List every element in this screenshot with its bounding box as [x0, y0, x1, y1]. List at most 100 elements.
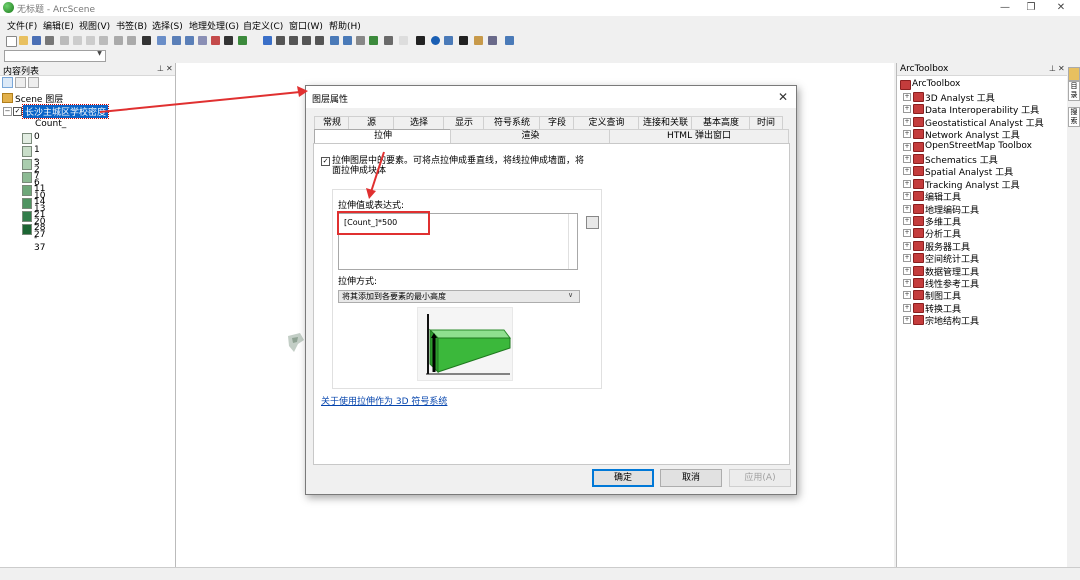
toolbox-icon[interactable] — [211, 36, 220, 45]
undo-icon[interactable] — [114, 36, 123, 45]
menu-customize[interactable]: 自定义(C) — [243, 19, 283, 32]
identify-icon[interactable] — [431, 36, 440, 45]
collapse-icon[interactable]: − — [3, 107, 12, 116]
menu-view[interactable]: 视图(V) — [79, 19, 110, 32]
expand-icon[interactable]: + — [903, 254, 911, 263]
observer-icon[interactable] — [315, 36, 324, 45]
expand-icon[interactable]: + — [903, 93, 911, 101]
menu-help[interactable]: 帮助(H) — [329, 19, 361, 32]
navigate-icon[interactable] — [263, 36, 272, 45]
model-icon[interactable] — [238, 36, 247, 45]
catalog-tab[interactable]: 目录 — [1068, 81, 1080, 101]
save-icon[interactable] — [32, 36, 41, 45]
expand-icon[interactable]: + — [903, 229, 911, 238]
clear-selection-icon[interactable] — [399, 36, 408, 45]
layer-visibility-checkbox[interactable]: ✓ — [13, 107, 22, 116]
maximize-button[interactable]: ❐ — [1016, 1, 1046, 15]
menu-file[interactable]: 文件(F) — [7, 19, 37, 32]
close-icon[interactable]: ✕ — [166, 64, 173, 73]
close-window-button[interactable]: ✕ — [1046, 1, 1076, 15]
extrusion-method-select[interactable]: 将其添加到各要素的最小高度 ∨ — [338, 290, 580, 303]
expand-icon[interactable]: + — [903, 303, 911, 312]
expand-icon[interactable]: + — [903, 105, 911, 114]
tab-extrusion[interactable]: 拉伸 — [314, 129, 452, 144]
expression-builder-button[interactable] — [586, 216, 599, 229]
new-document-icon[interactable] — [6, 36, 17, 47]
open-folder-icon[interactable] — [19, 36, 28, 45]
zoom-target-icon[interactable] — [302, 36, 311, 45]
print-icon[interactable] — [45, 36, 54, 45]
paste-icon[interactable] — [86, 36, 95, 45]
chevron-down-icon[interactable]: ∨ — [568, 291, 573, 299]
list-by-source-icon[interactable] — [15, 77, 26, 88]
expand-icon[interactable]: + — [903, 291, 911, 300]
add-data-icon[interactable] — [142, 36, 151, 45]
pin-icon[interactable]: ⊥ — [1049, 64, 1056, 73]
search-tab[interactable]: 搜索 — [1068, 107, 1080, 127]
pan-icon[interactable] — [356, 36, 365, 45]
redo-icon[interactable] — [127, 36, 136, 45]
expand-icon[interactable]: + — [903, 167, 911, 176]
select-elements-icon[interactable] — [416, 36, 425, 45]
cancel-button[interactable]: 取消 — [660, 469, 722, 487]
tab-selection[interactable]: 选择 — [393, 116, 445, 130]
tab-time[interactable]: 时间 — [749, 116, 783, 130]
expression-textarea[interactable]: [Count_]*500 — [337, 211, 578, 270]
copy-icon[interactable] — [73, 36, 82, 45]
expand-icon[interactable]: + — [903, 117, 911, 126]
tab-display[interactable]: 显示 — [443, 116, 485, 130]
tab-base-heights[interactable]: 基本高度 — [691, 116, 751, 130]
animation-icon[interactable] — [198, 36, 207, 45]
menu-edit[interactable]: 编辑(E) — [43, 19, 74, 32]
full-extent-icon[interactable] — [369, 36, 378, 45]
extrude-features-checkbox[interactable]: ✓ — [321, 157, 330, 166]
expand-icon[interactable]: + — [903, 192, 911, 201]
layer-name[interactable]: 长沙主城区学校密度 — [21, 104, 110, 119]
3d-effects-icon[interactable] — [505, 36, 514, 45]
chevron-down-icon[interactable]: ▼ — [96, 50, 103, 58]
help-link[interactable]: 关于使用拉伸作为 3D 符号系统 — [321, 394, 447, 407]
scene-properties-icon[interactable] — [157, 36, 166, 45]
expand-icon[interactable]: + — [903, 155, 911, 163]
expand-icon[interactable]: + — [903, 316, 911, 325]
expand-icon[interactable]: + — [903, 279, 911, 287]
expand-icon[interactable]: + — [903, 266, 911, 275]
expand-icon[interactable]: + — [903, 241, 911, 250]
expand-icon[interactable]: + — [903, 142, 911, 151]
expand-icon[interactable]: + — [903, 204, 911, 213]
menu-geoprocessing[interactable]: 地理处理(G) — [189, 19, 239, 32]
layer-dropdown[interactable] — [4, 50, 106, 62]
tab-fields[interactable]: 字段 — [539, 116, 575, 130]
window-icon[interactable] — [185, 36, 194, 45]
time-slider-icon[interactable] — [488, 36, 497, 45]
find-icon[interactable] — [459, 36, 468, 45]
target-center-icon[interactable] — [289, 36, 298, 45]
expand-icon[interactable]: + — [903, 179, 911, 188]
tab-source[interactable]: 源 — [348, 116, 395, 130]
layer-view-icon[interactable] — [172, 36, 181, 45]
tab-html-popup[interactable]: HTML 弹出窗口 — [609, 129, 789, 143]
tab-joins-relates[interactable]: 连接和关联 — [638, 116, 693, 130]
list-by-visibility-icon[interactable] — [28, 77, 39, 88]
tab-rendering[interactable]: 渲染 — [450, 129, 611, 143]
tab-general[interactable]: 常规 — [314, 116, 350, 130]
html-popup-icon[interactable] — [444, 36, 453, 45]
list-by-drawing-order-icon[interactable] — [2, 77, 13, 88]
zoom-in-icon[interactable] — [330, 36, 339, 45]
select-features-icon[interactable] — [384, 36, 393, 45]
menu-windows[interactable]: 窗口(W) — [289, 19, 323, 32]
fly-icon[interactable] — [276, 36, 285, 45]
tab-symbology[interactable]: 符号系统 — [483, 116, 541, 130]
ok-button[interactable]: 确定 — [592, 469, 654, 487]
tab-definition-query[interactable]: 定义查询 — [573, 116, 640, 130]
cut-icon[interactable] — [60, 36, 69, 45]
close-icon[interactable]: ✕ — [1058, 64, 1065, 73]
measure-icon[interactable] — [474, 36, 483, 45]
python-icon[interactable] — [224, 36, 233, 45]
dialog-close-icon[interactable]: ✕ — [778, 90, 788, 104]
apply-button[interactable]: 应用(A) — [729, 469, 791, 487]
delete-icon[interactable] — [99, 36, 108, 45]
zoom-out-icon[interactable] — [343, 36, 352, 45]
menu-bookmarks[interactable]: 书签(B) — [116, 19, 147, 32]
catalog-icon[interactable] — [1068, 67, 1080, 81]
